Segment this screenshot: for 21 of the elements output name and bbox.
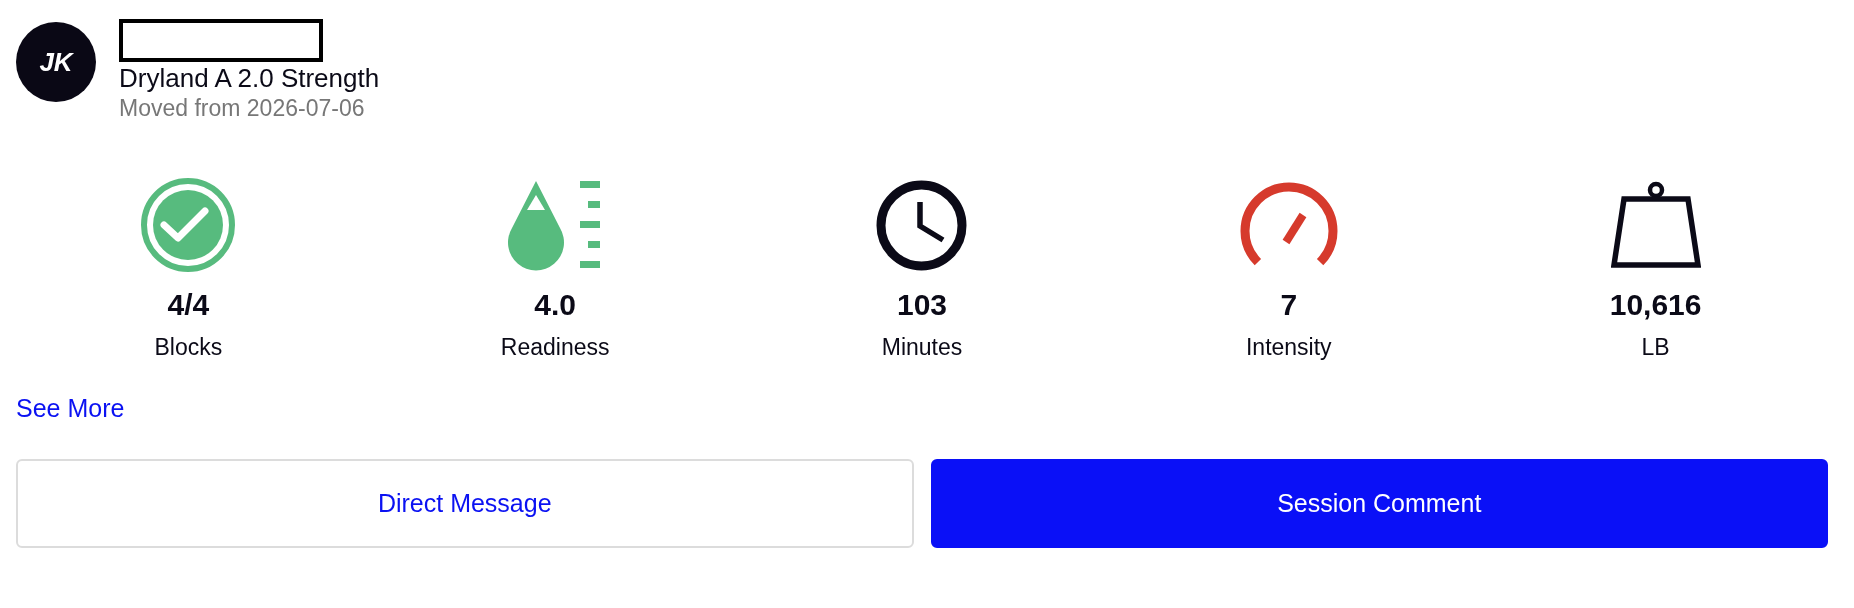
- clock-icon: [876, 179, 968, 271]
- session-title: Dryland A 2.0 Strength: [119, 63, 380, 94]
- stat-value: 103: [896, 289, 947, 321]
- avatar-initials: JK: [39, 45, 73, 79]
- see-more-link[interactable]: See More: [16, 393, 125, 423]
- stat-label: Readiness: [500, 333, 610, 361]
- stat-label: LB: [1641, 333, 1670, 361]
- check-circle-icon: [141, 178, 236, 272]
- stat-value: 7: [1280, 289, 1298, 321]
- direct-message-button[interactable]: Direct Message: [16, 459, 914, 548]
- stat-value: 10,616: [1609, 289, 1702, 321]
- gauge-icon: [1239, 182, 1338, 268]
- drop-scale-icon: [508, 179, 603, 271]
- stat-value: 4.0: [534, 289, 577, 321]
- stat-label: Intensity: [1245, 333, 1332, 361]
- stat-label: Blocks: [154, 333, 223, 361]
- session-comment-button[interactable]: Session Comment: [930, 459, 1828, 548]
- weight-icon: [1610, 181, 1701, 269]
- moved-date-text: Moved from 2026-07-06: [119, 94, 366, 123]
- stat-label: Minutes: [881, 333, 963, 361]
- stat-value: 4/4: [167, 289, 210, 321]
